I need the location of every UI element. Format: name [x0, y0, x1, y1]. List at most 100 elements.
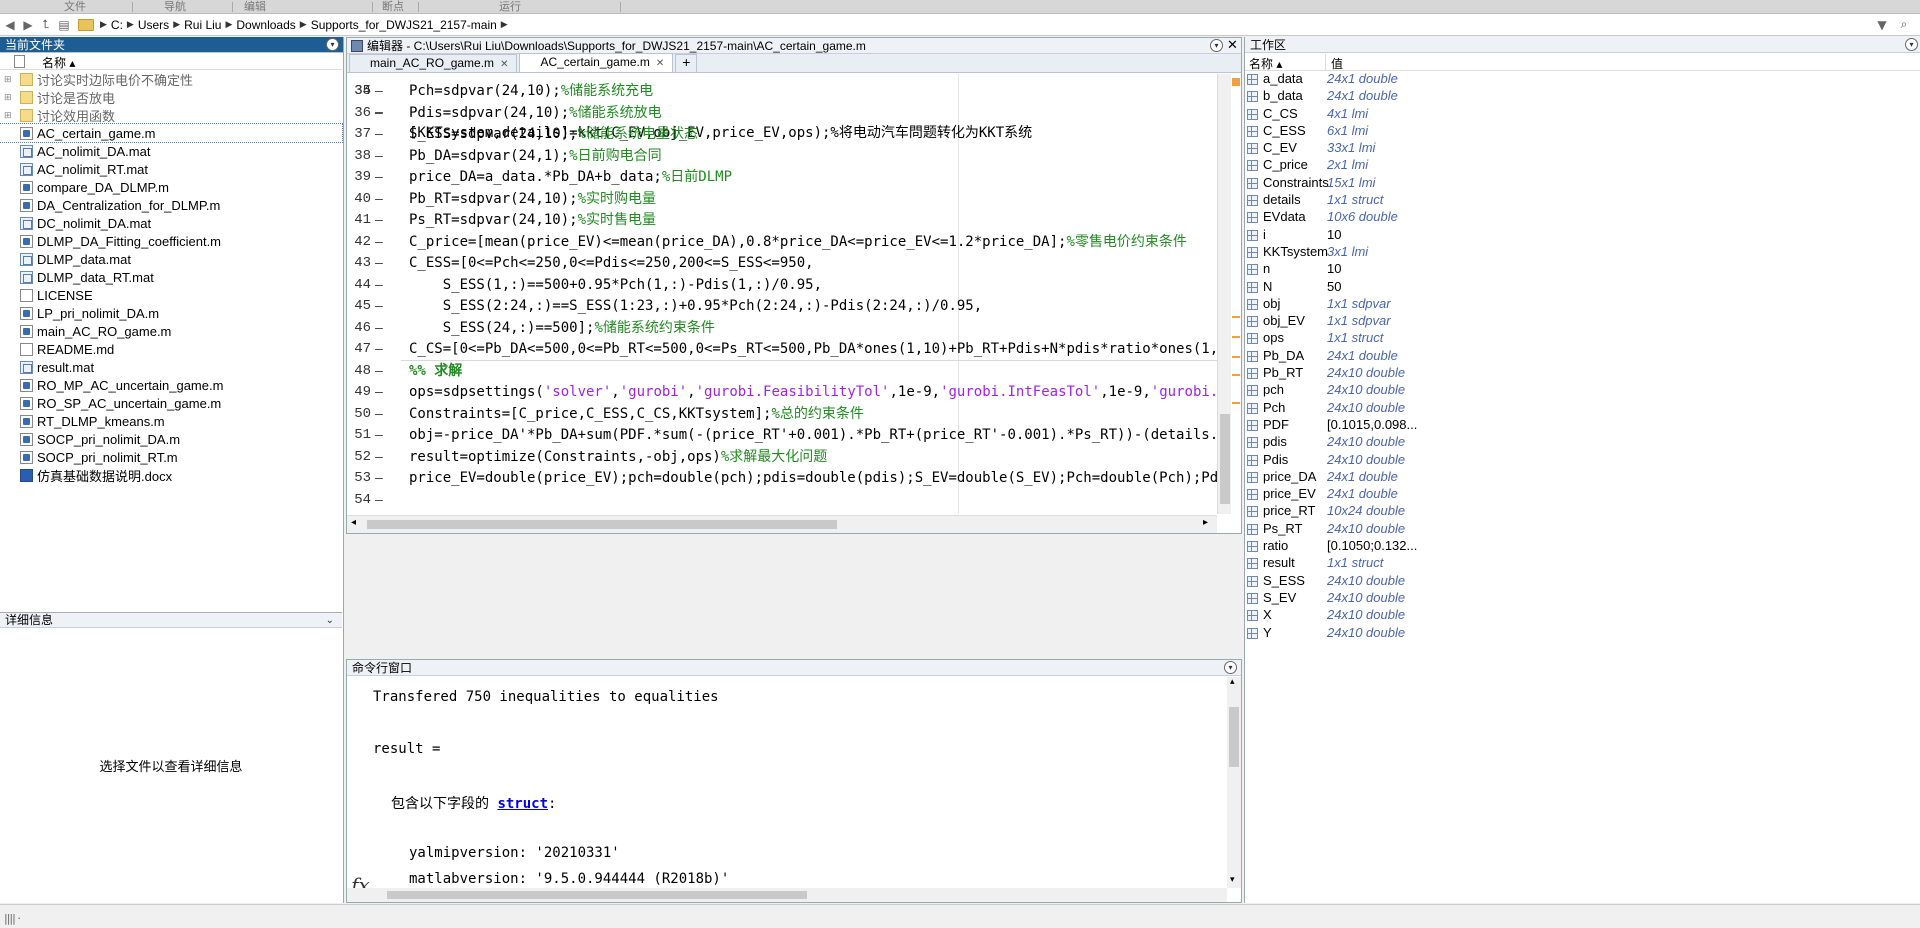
- workspace-variable-row[interactable]: Constraints 15x1 lmi: [1245, 175, 1920, 192]
- workspace-variable-row[interactable]: N 50: [1245, 279, 1920, 296]
- workspace-variable-row[interactable]: X 24x10 double: [1245, 607, 1920, 624]
- line-number[interactable]: 46: [347, 318, 371, 339]
- breakpoint-slot[interactable]: —: [375, 210, 383, 231]
- search-icon[interactable]: ⌕: [1896, 17, 1912, 33]
- workspace-variable-row[interactable]: details 1x1 struct: [1245, 192, 1920, 209]
- breakpoint-slot[interactable]: —: [375, 296, 383, 317]
- panel-menu-icon[interactable]: ▾: [1224, 661, 1237, 674]
- scroll-right-icon[interactable]: ▸: [1203, 517, 1208, 528]
- breakpoint-slot[interactable]: —: [375, 103, 383, 124]
- workspace-variable-row[interactable]: ops 1x1 struct: [1245, 330, 1920, 347]
- forward-icon[interactable]: ▶: [20, 17, 36, 33]
- workspace-variable-row[interactable]: obj 1x1 sdpvar: [1245, 296, 1920, 313]
- workspace-variable-row[interactable]: pdis 24x10 double: [1245, 434, 1920, 451]
- workspace-variable-row[interactable]: a_data 24x1 double: [1245, 71, 1920, 88]
- expand-icon[interactable]: ⊞: [4, 92, 14, 103]
- breakpoint-slot[interactable]: —: [375, 361, 383, 382]
- breakpoint-slot[interactable]: —: [375, 490, 383, 511]
- close-tab-icon[interactable]: ✕: [500, 59, 508, 70]
- workspace-variable-row[interactable]: Pb_DA 24x1 double: [1245, 348, 1920, 365]
- file-list-item[interactable]: LP_pri_nolimit_DA.m: [0, 304, 342, 322]
- file-list-item[interactable]: RO_SP_AC_uncertain_game.m: [0, 394, 342, 412]
- tab-main-ac-ro-game[interactable]: main_AC_RO_game.m ✕: [349, 54, 518, 72]
- workspace-variable-row[interactable]: S_EV 24x10 double: [1245, 590, 1920, 607]
- file-list-item[interactable]: DLMP_data_RT.mat: [0, 268, 342, 286]
- file-list-item[interactable]: ⊞ 讨论效用函数: [0, 106, 342, 124]
- warning-marker[interactable]: [1232, 356, 1240, 358]
- scroll-left-icon[interactable]: ◂: [351, 517, 356, 528]
- breadcrumb-user[interactable]: Rui Liu: [184, 18, 221, 32]
- workspace-variable-row[interactable]: price_DA 24x1 double: [1245, 469, 1920, 486]
- ribbon-tab-edit[interactable]: 编辑: [240, 0, 270, 14]
- workspace-variable-row[interactable]: Pch 24x10 double: [1245, 400, 1920, 417]
- chevron-down-icon[interactable]: ▼: [1874, 17, 1890, 33]
- breakpoint-slot[interactable]: —: [375, 275, 383, 296]
- line-number[interactable]: 35: [347, 81, 371, 102]
- breakpoint-slot[interactable]: —: [375, 425, 383, 446]
- scroll-thumb[interactable]: [387, 891, 807, 899]
- scroll-thumb[interactable]: [1229, 707, 1239, 767]
- workspace-variable-row[interactable]: Ps_RT 24x10 double: [1245, 521, 1920, 538]
- breakpoint-slot[interactable]: —: [375, 404, 383, 425]
- cmd-vertical-scrollbar[interactable]: ▴ ▾: [1227, 677, 1241, 888]
- panel-menu-icon[interactable]: ▾: [1210, 39, 1223, 52]
- workspace-variable-row[interactable]: Pb_RT 24x10 double: [1245, 365, 1920, 382]
- workspace-variable-row[interactable]: ratio [0.1050;0.132...: [1245, 538, 1920, 555]
- workspace-variable-row[interactable]: price_RT 10x24 double: [1245, 503, 1920, 520]
- workspace-variable-row[interactable]: C_EV 33x1 lmi: [1245, 140, 1920, 157]
- file-list-item[interactable]: main_AC_RO_game.m: [0, 322, 342, 340]
- command-output[interactable]: Transfered 750 inequalities to equalitie…: [347, 677, 1227, 888]
- browse-folder-icon[interactable]: ▤: [56, 17, 72, 33]
- expand-icon[interactable]: ⊞: [4, 74, 14, 85]
- workspace-variable-row[interactable]: Pdis 24x10 double: [1245, 452, 1920, 469]
- workspace-variable-row[interactable]: i 10: [1245, 227, 1920, 244]
- workspace-variable-row[interactable]: price_EV 24x1 double: [1245, 486, 1920, 503]
- ribbon-tab-breakpoints[interactable]: 断点: [378, 0, 408, 14]
- up-folder-icon[interactable]: ⮤: [38, 17, 54, 33]
- workspace-variable-row[interactable]: C_ESS 6x1 lmi: [1245, 123, 1920, 140]
- line-number[interactable]: 49: [347, 382, 371, 403]
- line-number[interactable]: 54: [347, 490, 371, 511]
- warning-marker[interactable]: [1232, 316, 1240, 318]
- line-number[interactable]: 51: [347, 425, 371, 446]
- file-list-item[interactable]: ⊞ 讨论是否放电: [0, 88, 342, 106]
- line-number[interactable]: 37: [347, 124, 371, 145]
- breakpoint-slot[interactable]: —: [375, 382, 383, 403]
- file-list-item[interactable]: result.mat: [0, 358, 342, 376]
- line-number[interactable]: 45: [347, 296, 371, 317]
- line-number[interactable]: 39: [347, 167, 371, 188]
- warning-marker[interactable]: [1232, 402, 1240, 404]
- breakpoint-slot[interactable]: —: [375, 511, 383, 514]
- line-number[interactable]: 38: [347, 146, 371, 167]
- file-list-item[interactable]: 仿真基础数据说明.docx: [0, 466, 342, 484]
- breakpoint-slot[interactable]: —: [375, 253, 383, 274]
- scroll-up-icon[interactable]: ▴: [1230, 677, 1235, 687]
- chevron-down-icon[interactable]: ⌄: [326, 613, 334, 628]
- panel-menu-icon[interactable]: ▾: [1905, 38, 1918, 51]
- breakpoint-slot[interactable]: —: [375, 468, 383, 489]
- line-number[interactable]: 36: [347, 103, 371, 124]
- line-number[interactable]: 44: [347, 275, 371, 296]
- file-list-item[interactable]: AC_nolimit_RT.mat: [0, 160, 342, 178]
- line-number[interactable]: 52: [347, 447, 371, 468]
- breadcrumb-downloads[interactable]: Downloads: [236, 18, 295, 32]
- back-icon[interactable]: ◀: [2, 17, 18, 33]
- line-number[interactable]: 47: [347, 339, 371, 360]
- warning-marker[interactable]: [1232, 374, 1240, 376]
- file-list-item[interactable]: SOCP_pri_nolimit_RT.m: [0, 448, 342, 466]
- workspace-variable-row[interactable]: PDF [0.1015,0.098...: [1245, 417, 1920, 434]
- workspace-variable-row[interactable]: pch 24x10 double: [1245, 382, 1920, 399]
- ribbon-tab-navigate[interactable]: 导航: [160, 0, 190, 14]
- ribbon-tab-run[interactable]: 运行: [495, 0, 525, 14]
- close-icon[interactable]: ✕: [1227, 38, 1238, 53]
- name-column-header[interactable]: 名称 ▴: [42, 54, 75, 71]
- file-list-item[interactable]: DA_Centralization_for_DLMP.m: [0, 196, 342, 214]
- workspace-name-column[interactable]: 名称 ▴: [1249, 55, 1282, 72]
- file-list-item[interactable]: LICENSE: [0, 286, 342, 304]
- workspace-variable-row[interactable]: result 1x1 struct: [1245, 555, 1920, 572]
- cmd-horizontal-scrollbar[interactable]: [347, 888, 1227, 902]
- workspace-variable-row[interactable]: EVdata 10x6 double: [1245, 209, 1920, 226]
- breakpoint-slot[interactable]: —: [375, 146, 383, 167]
- line-number[interactable]: 55: [347, 511, 371, 514]
- function-browser-icon[interactable]: fx: [351, 873, 370, 888]
